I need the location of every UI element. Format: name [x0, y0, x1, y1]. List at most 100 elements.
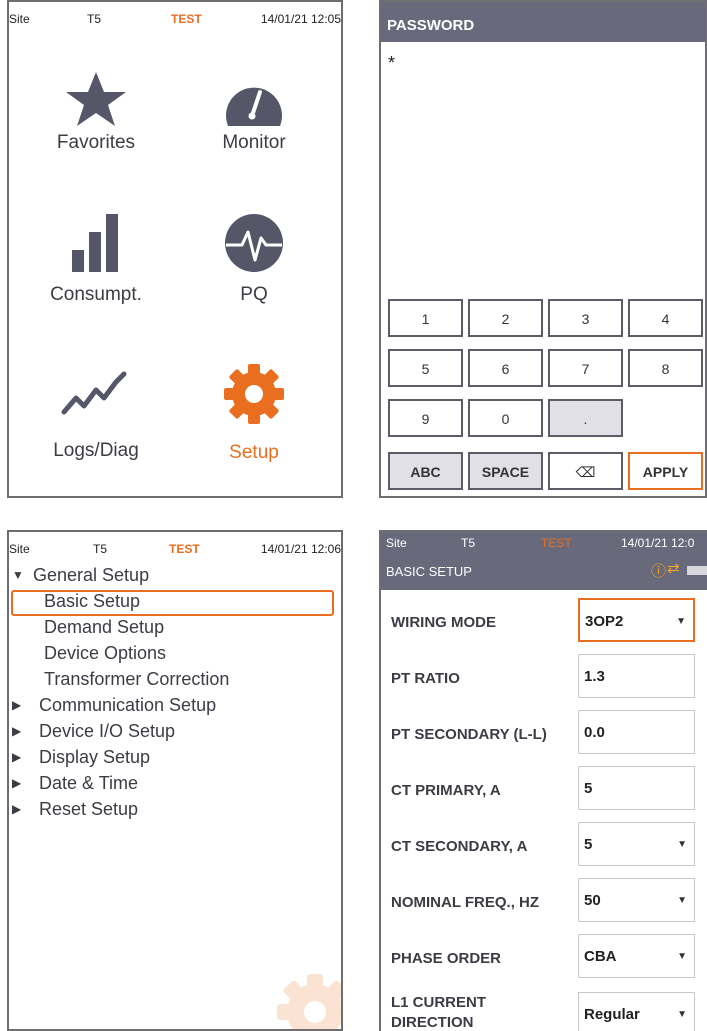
key-9[interactable]: 9	[388, 399, 463, 437]
mode-label: TEST	[171, 12, 202, 26]
pq-label: PQ	[240, 284, 268, 305]
setup-tile[interactable]: Setup	[179, 362, 329, 492]
phase-order-value: CBA	[584, 948, 617, 965]
consumption-tile[interactable]: Consumpt.	[21, 212, 171, 342]
ct-secondary-value: 5	[584, 836, 593, 853]
key-0[interactable]: 0	[468, 399, 543, 437]
setup-label: Setup	[229, 442, 279, 463]
favorites-tile[interactable]: Favorites	[21, 70, 171, 200]
consumption-label: Consumpt.	[50, 284, 142, 305]
tree-item-communication-setup[interactable]: Communication Setup	[39, 695, 216, 716]
key-2[interactable]: 2	[468, 299, 543, 337]
pq-waveform-icon	[225, 214, 283, 272]
tree-item-date-time[interactable]: Date & Time	[39, 773, 138, 794]
ct-secondary-select[interactable]: 5 ▼	[578, 822, 695, 866]
key-5[interactable]: 5	[388, 349, 463, 387]
wiring-mode-select[interactable]: 3OP2 ▼	[578, 598, 695, 642]
basic-setup-header: Site T5 TEST 14/01/21 12:0 BASIC SETUP ⓘ…	[381, 532, 707, 590]
comm-arrows-icon: ⇄	[667, 560, 680, 577]
tree-item-reset-setup[interactable]: Reset Setup	[39, 799, 138, 820]
pt-ratio-input[interactable]: 1.3	[578, 654, 695, 698]
collapsed-arrow-icon: ▶	[12, 724, 22, 738]
apply-button[interactable]: APPLY	[628, 452, 703, 490]
backspace-button[interactable]: ⌫	[548, 452, 623, 490]
l1-current-direction-select[interactable]: Regular ▼	[578, 992, 695, 1031]
space-button[interactable]: SPACE	[468, 452, 543, 490]
device-label: T5	[87, 12, 102, 26]
monitor-label: Monitor	[222, 132, 286, 153]
row-label-wiring-mode: WIRING MODE	[391, 614, 496, 631]
backspace-icon: ⌫	[575, 464, 596, 480]
phase-order-select[interactable]: CBA ▼	[578, 934, 695, 978]
key-7[interactable]: 7	[548, 349, 623, 387]
gear-icon	[224, 364, 284, 424]
row-label-pt-ratio: PT RATIO	[391, 670, 460, 687]
password-input[interactable]: *	[388, 53, 395, 74]
mode-label: TEST	[541, 536, 572, 550]
trend-line-icon	[61, 371, 127, 415]
nominal-freq-select[interactable]: 50 ▼	[578, 878, 695, 922]
mode-label: TEST	[169, 542, 200, 556]
clock: 14/01/21 12:05	[260, 12, 341, 26]
chevron-down-icon: ▼	[677, 895, 687, 906]
key-8[interactable]: 8	[628, 349, 703, 387]
gear-watermark-icon	[277, 974, 341, 1029]
bar-chart-icon	[72, 214, 118, 272]
tree-item-device-io-setup[interactable]: Device I/O Setup	[39, 721, 175, 742]
logs-diag-label: Logs/Diag	[53, 440, 139, 461]
site-label: Site	[9, 542, 30, 556]
collapsed-arrow-icon: ▶	[12, 802, 22, 816]
password-panel: PASSWORD * 1 2 3 4 5 6 7 8 9 0 . ABC SPA…	[379, 0, 707, 498]
chevron-down-icon: ▼	[677, 839, 687, 850]
row-label-ct-primary: CT PRIMARY, A	[391, 782, 501, 799]
pt-secondary-input[interactable]: 0.0	[578, 710, 695, 754]
wiring-mode-value: 3OP2	[585, 613, 624, 630]
chevron-down-icon: ▼	[677, 951, 687, 962]
tree-item-general-setup[interactable]: General Setup	[33, 565, 149, 586]
device-label: T5	[93, 542, 108, 556]
key-6[interactable]: 6	[468, 349, 543, 387]
tree-item-demand-setup[interactable]: Demand Setup	[44, 617, 164, 638]
tree-item-display-setup[interactable]: Display Setup	[39, 747, 150, 768]
key-3[interactable]: 3	[548, 299, 623, 337]
star-icon	[66, 72, 126, 126]
abc-button[interactable]: ABC	[388, 452, 463, 490]
main-menu-panel: Site T5 TEST 14/01/21 12:05 Favorites Mo…	[7, 0, 343, 498]
row-label-ct-secondary: CT SECONDARY, A	[391, 838, 528, 855]
row-label-nominal-freq: NOMINAL FREQ., HZ	[391, 894, 540, 911]
basic-setup-panel: Site T5 TEST 14/01/21 12:0 BASIC SETUP ⓘ…	[379, 530, 707, 1031]
site-label: Site	[386, 536, 407, 550]
key-dot[interactable]: .	[548, 399, 623, 437]
site-label: Site	[9, 12, 30, 26]
collapsed-arrow-icon: ▶	[12, 750, 22, 764]
key-1[interactable]: 1	[388, 299, 463, 337]
expanded-arrow-icon: ▼	[12, 568, 24, 582]
nominal-freq-value: 50	[584, 892, 601, 909]
chevron-down-icon: ▼	[677, 1009, 687, 1020]
monitor-tile[interactable]: Monitor	[179, 70, 329, 200]
status-bar: Site T5 TEST 14/01/21 12:05	[9, 2, 341, 36]
collapsed-arrow-icon: ▶	[12, 698, 22, 712]
info-icon[interactable]: ⓘ	[651, 560, 666, 581]
row-label-l1-direction: DIRECTION	[391, 1014, 474, 1031]
collapsed-arrow-icon: ▶	[12, 776, 22, 790]
password-title: PASSWORD	[381, 2, 705, 42]
clock: 14/01/21 12:0	[621, 536, 695, 550]
tree-item-device-options[interactable]: Device Options	[44, 643, 166, 664]
pq-tile[interactable]: PQ	[179, 212, 329, 342]
clock: 14/01/21 12:06	[260, 542, 341, 556]
gauge-icon	[226, 87, 282, 126]
tree-item-basic-setup[interactable]: Basic Setup	[44, 591, 140, 612]
key-4[interactable]: 4	[628, 299, 703, 337]
tree-item-transformer-correction[interactable]: Transformer Correction	[44, 669, 229, 690]
setup-tree-panel: Site T5 TEST 14/01/21 12:06 ▼ General Se…	[7, 530, 343, 1031]
favorites-label: Favorites	[56, 132, 136, 153]
l1-current-direction-value: Regular	[584, 1006, 640, 1023]
page-title: BASIC SETUP	[386, 564, 472, 579]
row-label-pt-secondary: PT SECONDARY (L-L)	[391, 726, 547, 743]
row-label-l1-current: L1 CURRENT	[391, 994, 487, 1011]
logs-diag-tile[interactable]: Logs/Diag	[21, 368, 171, 496]
device-label: T5	[461, 536, 476, 550]
battery-icon	[687, 566, 707, 575]
ct-primary-input[interactable]: 5	[578, 766, 695, 810]
